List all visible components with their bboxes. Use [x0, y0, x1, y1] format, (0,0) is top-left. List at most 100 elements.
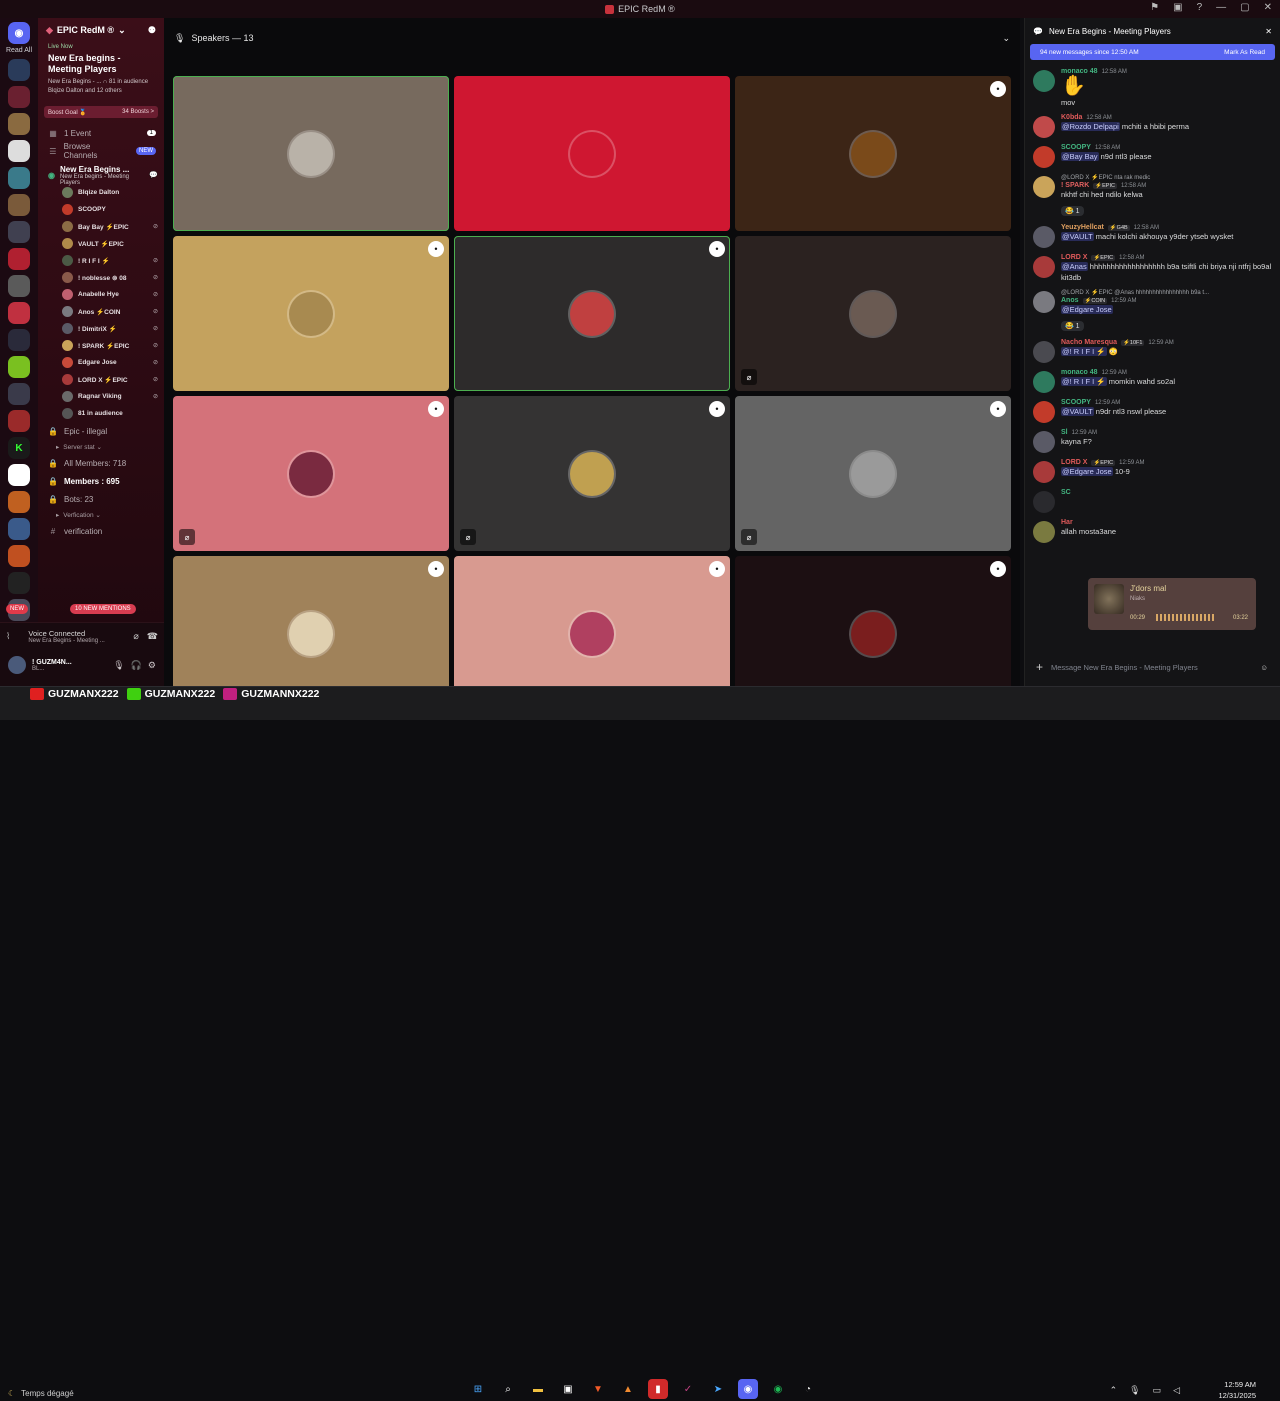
app-icon[interactable]: ✓ [678, 1379, 698, 1399]
server-icon[interactable] [8, 572, 30, 594]
chat-message[interactable]: @LORD X ⚡EPIC @Anas hhhhhhhhhhhhhhhh b9a… [1025, 287, 1280, 337]
search-icon[interactable]: ⌕ [498, 1379, 518, 1399]
windows-start-icon[interactable]: ⊞ [468, 1379, 488, 1399]
stage-member[interactable]: SCOOPY [38, 201, 164, 218]
folder-icon[interactable]: ▬ [528, 1379, 548, 1399]
author-name[interactable]: SCOOPY [1061, 399, 1091, 406]
server-icon[interactable] [8, 491, 30, 513]
speaker-tile[interactable]: • ⌀ [454, 396, 730, 551]
network-icon[interactable]: ▭ [1153, 1385, 1162, 1396]
author-name[interactable]: Nacho Maresqua [1061, 339, 1117, 346]
stage-member[interactable]: LORD X ⚡EPIC ⊘ [38, 371, 164, 388]
chat-message[interactable]: Sl 12:59 AM kayna F? [1025, 427, 1280, 457]
volume-icon[interactable]: ◁ [1173, 1385, 1180, 1396]
server-icon[interactable] [8, 302, 30, 324]
channel-item[interactable]: 🔒 Members : 695 [38, 472, 164, 490]
speaker-tile[interactable] [454, 76, 730, 231]
author-name[interactable]: YeuzyHellcat [1061, 224, 1104, 231]
server-icon[interactable] [8, 86, 30, 108]
author-name[interactable]: Anos [1061, 297, 1079, 304]
author-name[interactable]: SCOOPY [1061, 144, 1091, 151]
stage-channel[interactable]: ◉ New Era Begins ... New Era begins - Me… [38, 165, 164, 186]
server-icon[interactable] [8, 383, 30, 405]
reaction-pill[interactable]: 😂 1 [1061, 321, 1084, 331]
user-mention[interactable]: @Edgare Jose [1061, 305, 1113, 314]
server-icon[interactable] [8, 59, 30, 81]
server-icon[interactable] [8, 140, 30, 162]
new-mentions-pill[interactable]: 10 NEW MENTIONS [70, 604, 136, 614]
new-badge[interactable]: NEW [6, 604, 28, 614]
server-icon[interactable] [8, 221, 30, 243]
chat-message[interactable]: SC [1025, 487, 1280, 517]
add-attachment-icon[interactable]: + [1036, 660, 1043, 674]
app-icon[interactable]: ▲ [618, 1379, 638, 1399]
server-icon[interactable] [8, 275, 30, 297]
clock[interactable]: 12:59 AM 12/31/2025 [1218, 1379, 1256, 1401]
spotify-icon[interactable]: ◉ [768, 1379, 788, 1399]
close-window-icon[interactable]: ✕ [1264, 2, 1272, 13]
stage-member[interactable]: Anabelle Hye ⊘ [38, 286, 164, 303]
more-options-icon[interactable]: • [428, 561, 444, 577]
reaction-pill[interactable]: 😂 1 [1061, 206, 1084, 216]
screen-icon[interactable]: ▣ [1173, 2, 1182, 13]
server-icon[interactable] [8, 329, 30, 351]
chevron-up-icon[interactable]: ⌃ [1110, 1385, 1118, 1396]
brave-icon[interactable]: ▼ [588, 1379, 608, 1399]
avatar[interactable] [1033, 521, 1055, 543]
channel-category[interactable]: ▸ Server stat ⌄ [38, 440, 164, 454]
app-icon[interactable]: ◔ [798, 1379, 818, 1399]
avatar[interactable] [8, 656, 26, 674]
user-mention[interactable]: @Bay Bay [1061, 152, 1099, 161]
help-icon[interactable]: ? [1197, 2, 1203, 13]
user-mention[interactable]: @Rozdo Delpapi [1061, 122, 1120, 131]
headphones-icon[interactable]: 🎧 [131, 660, 142, 671]
kick-icon[interactable]: K [8, 437, 30, 459]
inbox-icon[interactable]: ⚑ [1150, 2, 1159, 13]
chat-message[interactable]: monaco 48 12:59 AM @! R I F I ⚡ momkin wah… [1025, 367, 1280, 397]
browse-channels-row[interactable]: ☰ Browse Channels NEW [38, 142, 164, 160]
speaker-tile[interactable]: • [454, 236, 730, 391]
chat-message[interactable]: Har allah mosta3ane [1025, 517, 1280, 547]
avatar[interactable] [1033, 431, 1055, 453]
stage-member[interactable]: ! noblesse ⊚ 08 ⊘ [38, 269, 164, 286]
speaker-tile[interactable]: • ⌀ [173, 396, 449, 551]
user-mention[interactable]: @! R I F I ⚡ [1061, 347, 1107, 356]
avatar[interactable] [1033, 371, 1055, 393]
chat-message[interactable]: YeuzyHellcat ⚡G4B 12:58 AM @VAULT machi kol… [1025, 222, 1280, 252]
user-mention[interactable]: @VAULT [1061, 232, 1094, 241]
chat-message[interactable]: LORD X ⚡EPIC 12:58 AM @Anas hhhhhhhhhhhhhhh… [1025, 252, 1280, 287]
chat-message[interactable]: SCOOPY 12:58 AM @Bay Bay n9d ntl3 please [1025, 142, 1280, 172]
author-name[interactable]: SC [1061, 489, 1071, 496]
emoji-icon[interactable]: ☺ [1260, 663, 1268, 672]
reply-preview[interactable]: @LORD X ⚡EPIC nta rak medic [1061, 174, 1273, 181]
more-options-icon[interactable]: • [709, 241, 725, 257]
user-mention[interactable]: @VAULT [1061, 407, 1094, 416]
author-name[interactable]: monaco 48 [1061, 369, 1098, 376]
server-icon[interactable] [8, 356, 30, 378]
stage-member[interactable]: Anos ⚡COIN ⊘ [38, 303, 164, 320]
author-name[interactable]: K0bda [1061, 114, 1082, 121]
avatar[interactable] [1033, 146, 1055, 168]
avatar[interactable] [1033, 70, 1055, 92]
more-options-icon[interactable]: • [990, 81, 1006, 97]
avatar[interactable] [1033, 461, 1055, 483]
user-mention[interactable]: @Anas [1061, 262, 1088, 271]
stage-member[interactable]: Ragnar Viking ⊘ [38, 388, 164, 405]
read-all-label[interactable]: Read All [0, 47, 38, 54]
server-icon[interactable] [8, 518, 30, 540]
gear-icon[interactable]: ⚙ [148, 660, 156, 671]
avatar[interactable] [1033, 291, 1055, 313]
channel-item[interactable]: # verification [38, 522, 164, 540]
speaker-tile[interactable]: • [735, 76, 1011, 231]
server-icon[interactable] [8, 464, 30, 486]
message-composer[interactable]: + Message New Era Begins - Meeting Playe… [1030, 656, 1274, 678]
chevron-down-icon[interactable]: ⌄ [1002, 33, 1010, 44]
user-mention[interactable]: @Edgare Jose [1061, 467, 1113, 476]
mic-tray-icon[interactable]: 🎙 [1129, 1385, 1140, 1396]
speaker-tile[interactable]: • [173, 236, 449, 391]
server-icon[interactable] [8, 248, 30, 270]
server-icon[interactable] [8, 113, 30, 135]
speaker-tile[interactable]: ⌀ [735, 236, 1011, 391]
chat-message[interactable]: @LORD X ⚡EPIC nta rak medic! SPARK ⚡EPIC 1… [1025, 172, 1280, 222]
stage-member[interactable]: Edgare Jose ⊘ [38, 354, 164, 371]
